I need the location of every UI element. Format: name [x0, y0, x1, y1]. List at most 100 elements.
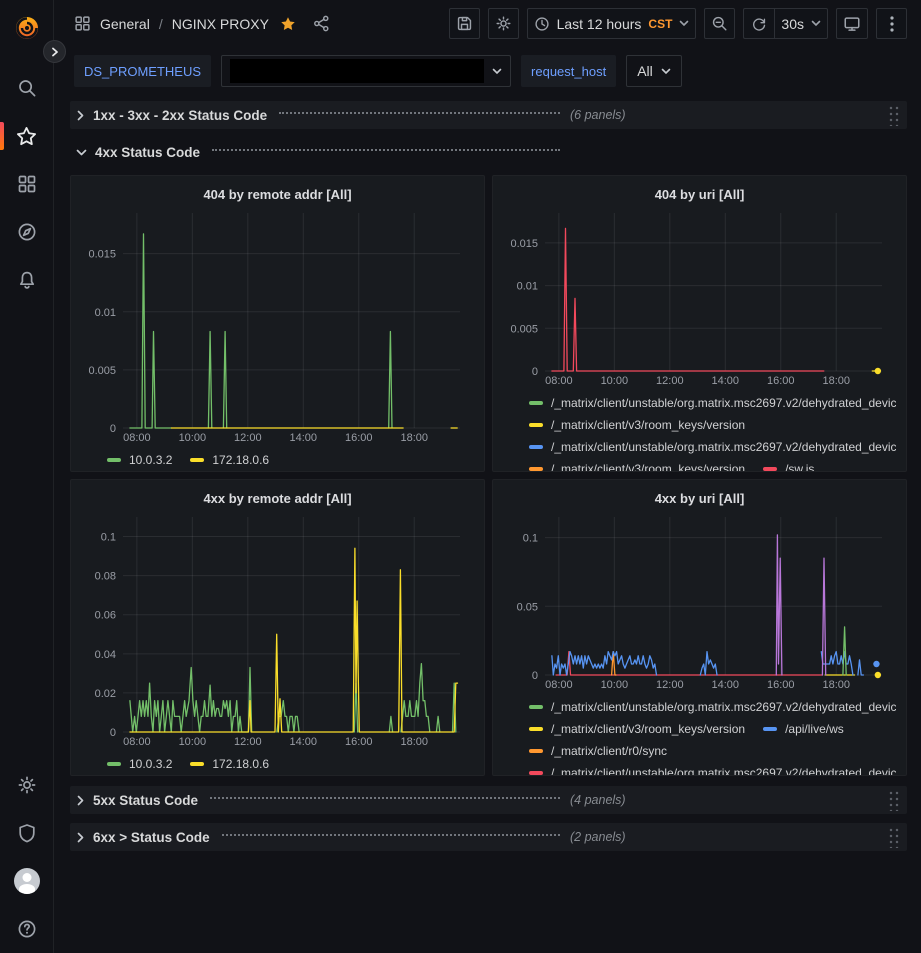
- legend-item[interactable]: /_matrix/client/v3/room_keys/version: [529, 414, 745, 436]
- tv-mode-button[interactable]: [836, 8, 868, 39]
- legend-item[interactable]: 172.18.0.6: [190, 753, 269, 775]
- legend-item[interactable]: /sw.js: [763, 458, 814, 471]
- legend-label: /sw.js: [785, 458, 814, 471]
- panel-title[interactable]: 4xx by remote addr [All]: [81, 486, 474, 510]
- legend-item[interactable]: /_matrix/client/unstable/org.matrix.msc2…: [529, 762, 896, 775]
- legend-label: /_matrix/client/unstable/org.matrix.msc2…: [551, 436, 896, 458]
- time-range-picker[interactable]: Last 12 hours CST: [527, 8, 697, 39]
- refresh-interval-dropdown[interactable]: 30s: [774, 8, 828, 39]
- save-dashboard-button[interactable]: [449, 8, 480, 39]
- grafana-logo-icon[interactable]: [13, 14, 41, 42]
- timeseries-chart[interactable]: 00.0050.010.01508:0010:0012:0014:0016:00…: [81, 206, 474, 445]
- svg-text:14:00: 14:00: [712, 679, 740, 691]
- row-drag-handle[interactable]: [887, 789, 899, 811]
- svg-text:12:00: 12:00: [656, 375, 684, 387]
- legend-swatch: [107, 762, 121, 766]
- legend-label: 10.0.3.2: [129, 449, 172, 471]
- legend-label: /_matrix/client/unstable/org.matrix.msc2…: [551, 392, 896, 414]
- more-options-button[interactable]: [876, 8, 907, 39]
- row-1xx-3xx-2xx[interactable]: 1xx - 3xx - 2xx Status Code (6 panels): [70, 101, 907, 129]
- timeseries-chart[interactable]: 00.050.108:0010:0012:0014:0016:0018:00: [503, 510, 896, 692]
- request-host-variable-select[interactable]: All: [626, 55, 682, 87]
- panel-title[interactable]: 4xx by uri [All]: [503, 486, 896, 510]
- svg-text:14:00: 14:00: [712, 375, 740, 387]
- sidebar: [0, 0, 54, 953]
- legend-item[interactable]: /_matrix/client/r0/sync: [529, 740, 667, 762]
- svg-text:0.01: 0.01: [95, 307, 116, 319]
- legend-item[interactable]: /_matrix/client/v3/room_keys/version: [529, 458, 745, 471]
- row-panel-count: (4 panels): [570, 793, 626, 807]
- row-4xx[interactable]: 4xx Status Code: [70, 138, 907, 166]
- svg-text:12:00: 12:00: [656, 679, 684, 691]
- legend-swatch: [190, 762, 204, 766]
- row-6xx[interactable]: 6xx > Status Code (2 panels): [70, 823, 907, 851]
- zoom-out-time-button[interactable]: [704, 8, 735, 39]
- svg-text:0.005: 0.005: [510, 323, 538, 335]
- legend-swatch: [763, 727, 777, 731]
- row-drag-handle[interactable]: [887, 826, 899, 848]
- sidebar-item-explore[interactable]: [0, 208, 54, 256]
- row-title: 5xx Status Code: [93, 793, 198, 808]
- legend-item[interactable]: /_matrix/client/unstable/org.matrix.msc2…: [529, 392, 896, 414]
- refresh-button[interactable]: [743, 8, 774, 39]
- svg-text:10:00: 10:00: [179, 432, 207, 444]
- sidebar-item-starred[interactable]: [0, 112, 54, 160]
- sidebar-item-alerting[interactable]: [0, 256, 54, 304]
- sidebar-item-server-admin[interactable]: [0, 809, 54, 857]
- compass-icon: [17, 222, 37, 242]
- breadcrumb-section[interactable]: General: [100, 16, 150, 32]
- share-icon[interactable]: [313, 15, 330, 32]
- legend-item[interactable]: 10.0.3.2: [107, 753, 172, 775]
- sidebar-item-help[interactable]: [0, 905, 54, 953]
- legend-item[interactable]: /api/live/ws: [763, 718, 844, 740]
- panel: 404 by uri [All] 00.0050.010.01508:0010:…: [492, 175, 907, 472]
- svg-text:10:00: 10:00: [601, 375, 629, 387]
- request-host-variable-label[interactable]: request_host: [521, 55, 616, 87]
- legend-label: /_matrix/client/r0/sync: [551, 740, 667, 762]
- svg-text:0.1: 0.1: [523, 533, 538, 545]
- sidebar-item-profile[interactable]: [0, 857, 54, 905]
- panel-title[interactable]: 404 by remote addr [All]: [81, 182, 474, 206]
- timeseries-chart[interactable]: 00.0050.010.01508:0010:0012:0014:0016:00…: [503, 206, 896, 388]
- legend-item[interactable]: /_matrix/client/unstable/org.matrix.msc2…: [529, 436, 896, 458]
- timeseries-chart[interactable]: 00.020.040.060.080.108:0010:0012:0014:00…: [81, 510, 474, 749]
- legend-swatch: [529, 401, 543, 405]
- dashboard-grid-icon[interactable]: [74, 15, 91, 32]
- svg-text:18:00: 18:00: [822, 375, 850, 387]
- row-title: 6xx > Status Code: [93, 830, 210, 845]
- star-icon: [16, 126, 37, 147]
- svg-text:0.02: 0.02: [95, 688, 116, 700]
- legend-swatch: [190, 458, 204, 462]
- row-dots-leader: [222, 834, 560, 836]
- dashboard-settings-button[interactable]: [488, 8, 519, 39]
- sidebar-item-dashboards[interactable]: [0, 160, 54, 208]
- favorite-star-icon[interactable]: [280, 16, 296, 32]
- panel: 4xx by remote addr [All] 00.020.040.060.…: [70, 479, 485, 776]
- legend-swatch: [107, 458, 121, 462]
- legend-item[interactable]: 172.18.0.6: [190, 449, 269, 471]
- svg-text:0.1: 0.1: [101, 532, 116, 544]
- refresh-icon: [751, 16, 767, 32]
- datasource-variable-label[interactable]: DS_PROMETHEUS: [74, 55, 211, 87]
- datasource-variable-select[interactable]: [221, 55, 511, 87]
- svg-text:14:00: 14:00: [290, 432, 318, 444]
- legend-item[interactable]: /_matrix/client/v3/room_keys/version: [529, 718, 745, 740]
- panel-legend: /_matrix/client/unstable/org.matrix.msc2…: [503, 388, 896, 471]
- refresh-interval-label: 30s: [781, 16, 804, 32]
- panels-grid: 404 by remote addr [All] 00.0050.010.015…: [70, 175, 907, 776]
- legend-label: /_matrix/client/v3/room_keys/version: [551, 718, 745, 740]
- svg-text:0.06: 0.06: [95, 610, 116, 622]
- panel-title[interactable]: 404 by uri [All]: [503, 182, 896, 206]
- svg-text:10:00: 10:00: [179, 736, 207, 748]
- sidebar-item-settings[interactable]: [0, 761, 54, 809]
- legend-item[interactable]: 10.0.3.2: [107, 449, 172, 471]
- chevron-down-icon: [492, 68, 502, 75]
- sidebar-expand-button[interactable]: [43, 40, 66, 63]
- legend-item[interactable]: /_matrix/client/unstable/org.matrix.msc2…: [529, 696, 896, 718]
- sidebar-item-search[interactable]: [0, 64, 54, 112]
- svg-text:08:00: 08:00: [123, 432, 151, 444]
- row-5xx[interactable]: 5xx Status Code (4 panels): [70, 786, 907, 814]
- breadcrumb-dashboard-title[interactable]: NGINX PROXY: [172, 16, 269, 32]
- row-drag-handle[interactable]: [887, 104, 899, 126]
- legend-label: 172.18.0.6: [212, 753, 269, 775]
